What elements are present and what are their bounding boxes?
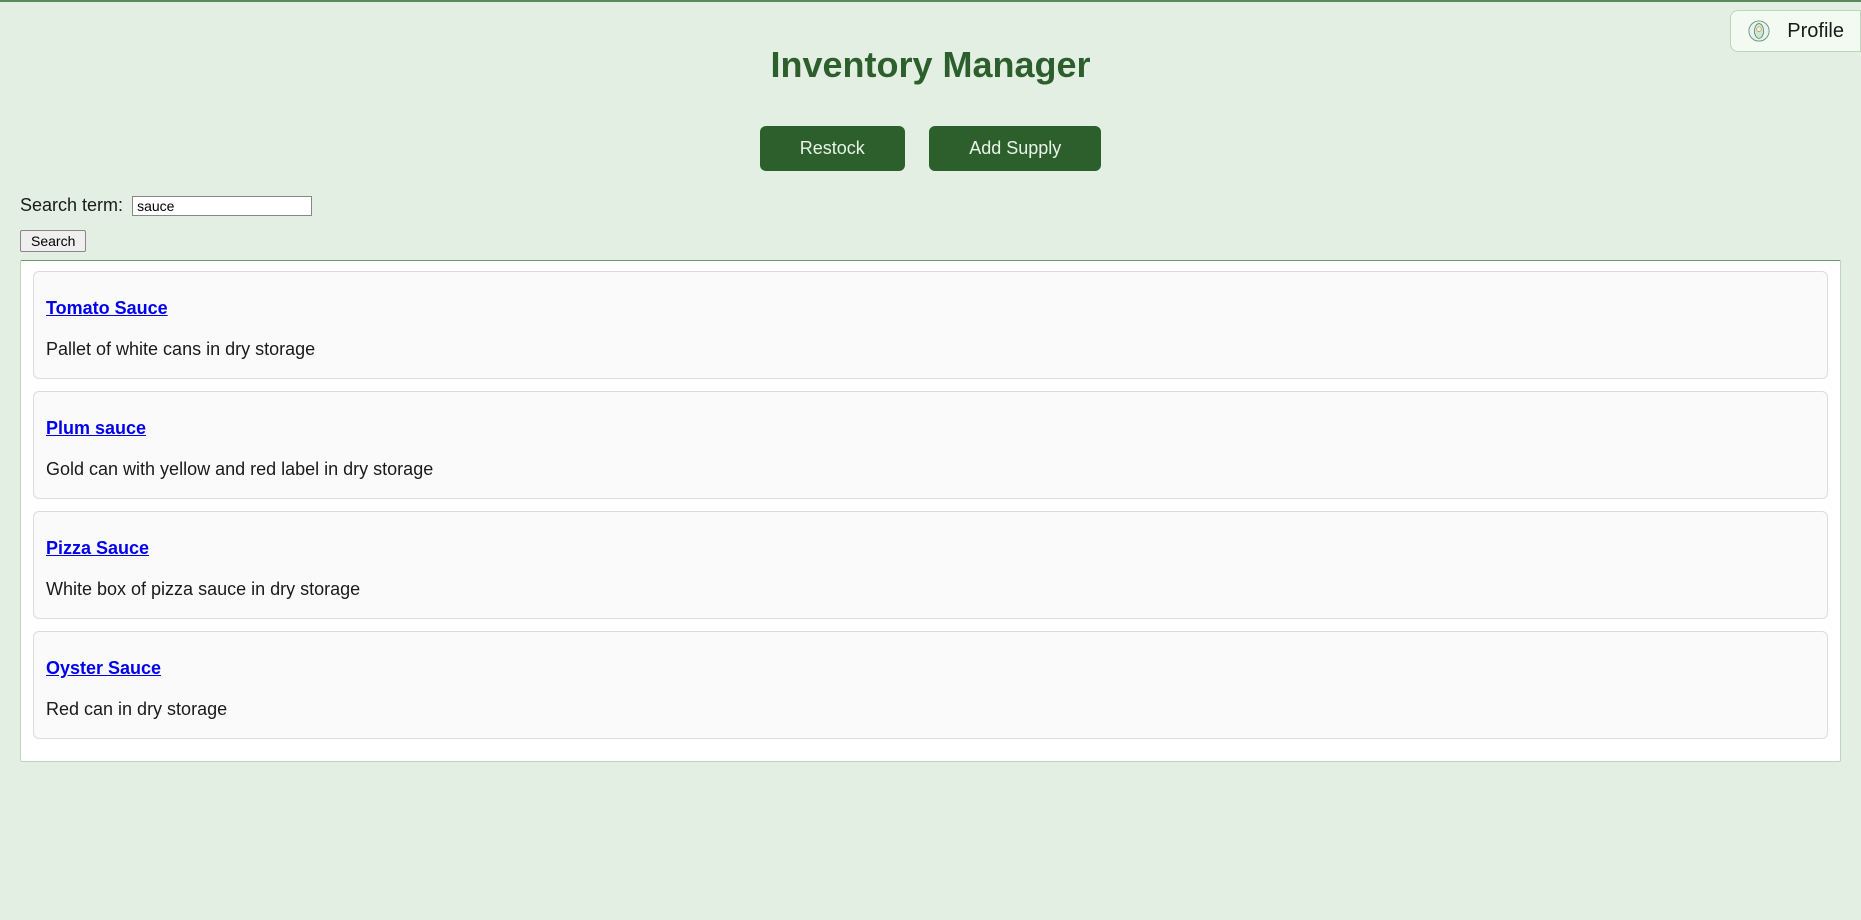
search-row: Search term: — [0, 195, 1861, 216]
result-description: Gold can with yellow and red label in dr… — [46, 459, 1815, 480]
result-link-oyster-sauce[interactable]: Oyster Sauce — [46, 658, 161, 678]
result-card: Plum sauce Gold can with yellow and red … — [33, 391, 1828, 499]
search-input[interactable] — [132, 196, 312, 216]
search-label: Search term: — [20, 195, 123, 215]
result-card: Pizza Sauce White box of pizza sauce in … — [33, 511, 1828, 619]
results-panel: Tomato Sauce Pallet of white cans in dry… — [20, 260, 1841, 762]
result-title: Tomato Sauce — [46, 298, 1815, 319]
add-supply-button[interactable]: Add Supply — [929, 126, 1101, 171]
result-description: White box of pizza sauce in dry storage — [46, 579, 1815, 600]
result-description: Red can in dry storage — [46, 699, 1815, 720]
result-link-tomato-sauce[interactable]: Tomato Sauce — [46, 298, 168, 318]
restock-button[interactable]: Restock — [760, 126, 905, 171]
search-button-row: Search — [0, 230, 1861, 260]
search-button[interactable]: Search — [20, 230, 86, 252]
result-description: Pallet of white cans in dry storage — [46, 339, 1815, 360]
result-card: Oyster Sauce Red can in dry storage — [33, 631, 1828, 739]
result-link-plum-sauce[interactable]: Plum sauce — [46, 418, 146, 438]
action-button-row: Restock Add Supply — [0, 126, 1861, 171]
result-card: Tomato Sauce Pallet of white cans in dry… — [33, 271, 1828, 379]
profile-widget[interactable]: Profile — [1730, 10, 1861, 52]
profile-label: Profile — [1787, 20, 1844, 43]
result-link-pizza-sauce[interactable]: Pizza Sauce — [46, 538, 149, 558]
result-title: Oyster Sauce — [46, 658, 1815, 679]
result-title: Plum sauce — [46, 418, 1815, 439]
profile-avatar-icon — [1747, 19, 1771, 43]
result-title: Pizza Sauce — [46, 538, 1815, 559]
page-title: Inventory Manager — [0, 44, 1861, 86]
